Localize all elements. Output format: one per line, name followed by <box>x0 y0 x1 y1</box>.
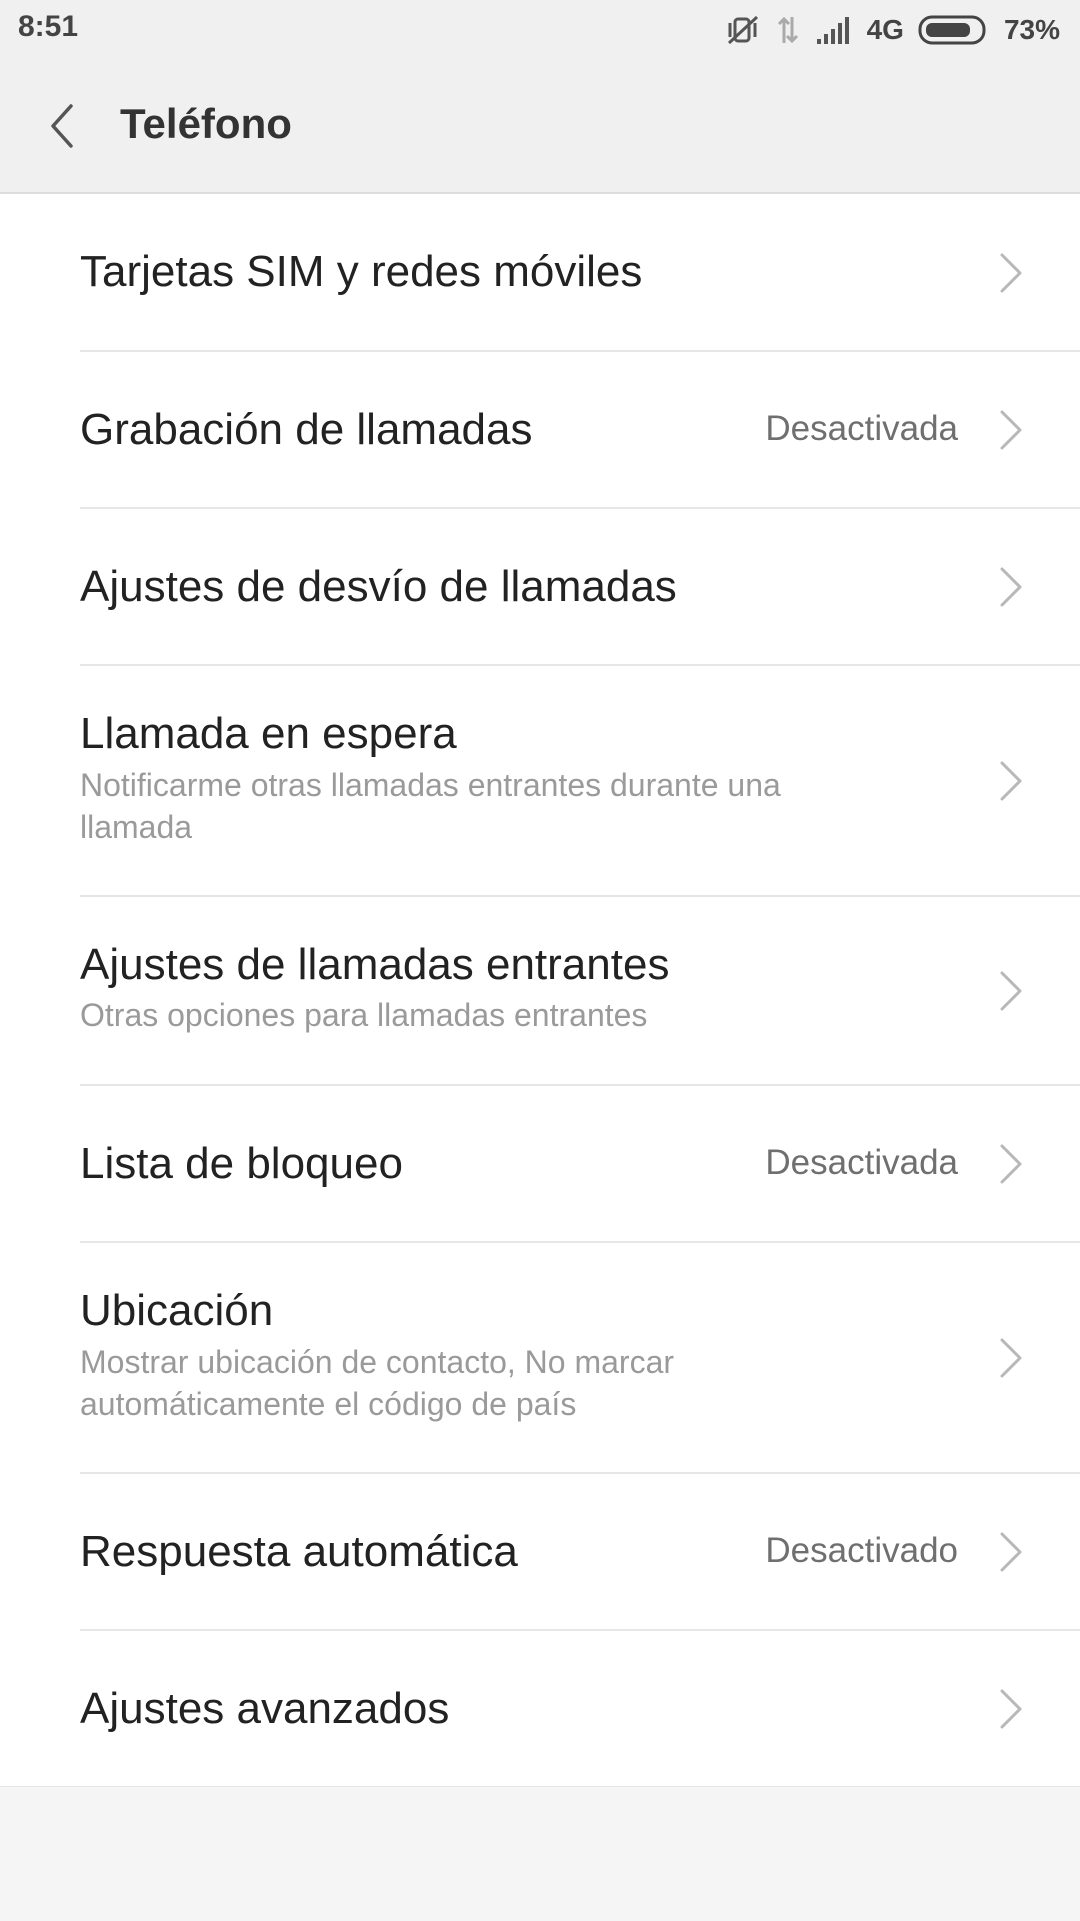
settings-item-title: Respuesta automática <box>80 1527 518 1576</box>
settings-item-title: Ubicación <box>80 1286 274 1335</box>
chevron-right-icon <box>1000 1144 1022 1184</box>
status-time: 8:51 <box>18 10 79 43</box>
chevron-right-icon <box>1000 410 1022 450</box>
settings-item-call-forwarding[interactable]: Ajustes de desvío de llamadas <box>0 509 1080 666</box>
chevron-right-icon <box>1000 567 1022 607</box>
settings-list: Tarjetas SIM y redes móviles Grabación d… <box>0 194 1080 1786</box>
mute-vibrate-icon <box>725 13 761 47</box>
settings-item-call-recording[interactable]: Grabación de llamadas Desactivada <box>0 352 1080 509</box>
battery-icon <box>918 14 990 46</box>
settings-item-subtitle: Mostrar ubicación de contacto, No marcar… <box>80 1344 675 1422</box>
empty-footer-area <box>0 1786 1080 1921</box>
settings-item-value: Desactivado <box>765 1531 958 1570</box>
settings-item-value: Desactivada <box>765 1143 958 1182</box>
back-button[interactable] <box>30 90 92 162</box>
settings-item-block-list[interactable]: Lista de bloqueo Desactivada <box>0 1086 1080 1243</box>
settings-item-incoming-calls[interactable]: Ajustes de llamadas entrantes Otras opci… <box>0 897 1080 1086</box>
settings-item-value: Desactivada <box>765 409 958 448</box>
chevron-right-icon <box>1000 253 1022 293</box>
settings-item-subtitle: Notificarme otras llamadas entrantes dur… <box>80 767 781 845</box>
signal-icon <box>815 15 853 45</box>
data-transfer-icon <box>775 13 801 47</box>
settings-item-subtitle: Otras opciones para llamadas entrantes <box>80 997 648 1033</box>
settings-item-title: Grabación de llamadas <box>80 405 533 454</box>
status-icons: 4G 73% <box>725 10 1060 50</box>
settings-item-auto-answer[interactable]: Respuesta automática Desactivado <box>0 1474 1080 1631</box>
chevron-left-icon <box>51 104 73 148</box>
chevron-right-icon <box>1000 1689 1022 1729</box>
status-bar: 8:51 4G 73% <box>0 0 1080 60</box>
settings-item-title: Lista de bloqueo <box>80 1139 403 1188</box>
settings-item-title: Ajustes avanzados <box>80 1684 450 1733</box>
chevron-right-icon <box>1000 971 1022 1011</box>
chevron-right-icon <box>1000 1532 1022 1572</box>
chevron-right-icon <box>1000 761 1022 801</box>
settings-item-location[interactable]: Ubicación Mostrar ubicación de contacto,… <box>0 1243 1080 1474</box>
settings-item-title: Tarjetas SIM y redes móviles <box>80 247 643 296</box>
settings-item-title: Ajustes de llamadas entrantes <box>80 940 670 989</box>
settings-item-sim-cards[interactable]: Tarjetas SIM y redes móviles <box>0 194 1080 352</box>
network-type: 4G <box>866 14 904 45</box>
settings-item-call-waiting[interactable]: Llamada en espera Notificarme otras llam… <box>0 666 1080 897</box>
settings-item-title: Ajustes de desvío de llamadas <box>80 562 677 611</box>
page-title: Teléfono <box>120 100 292 147</box>
settings-item-advanced[interactable]: Ajustes avanzados <box>0 1631 1080 1786</box>
battery-percentage: 73% <box>1003 14 1060 45</box>
chevron-right-icon <box>1000 1338 1022 1378</box>
app-header: Teléfono <box>0 60 1080 194</box>
settings-item-title: Llamada en espera <box>80 709 457 758</box>
